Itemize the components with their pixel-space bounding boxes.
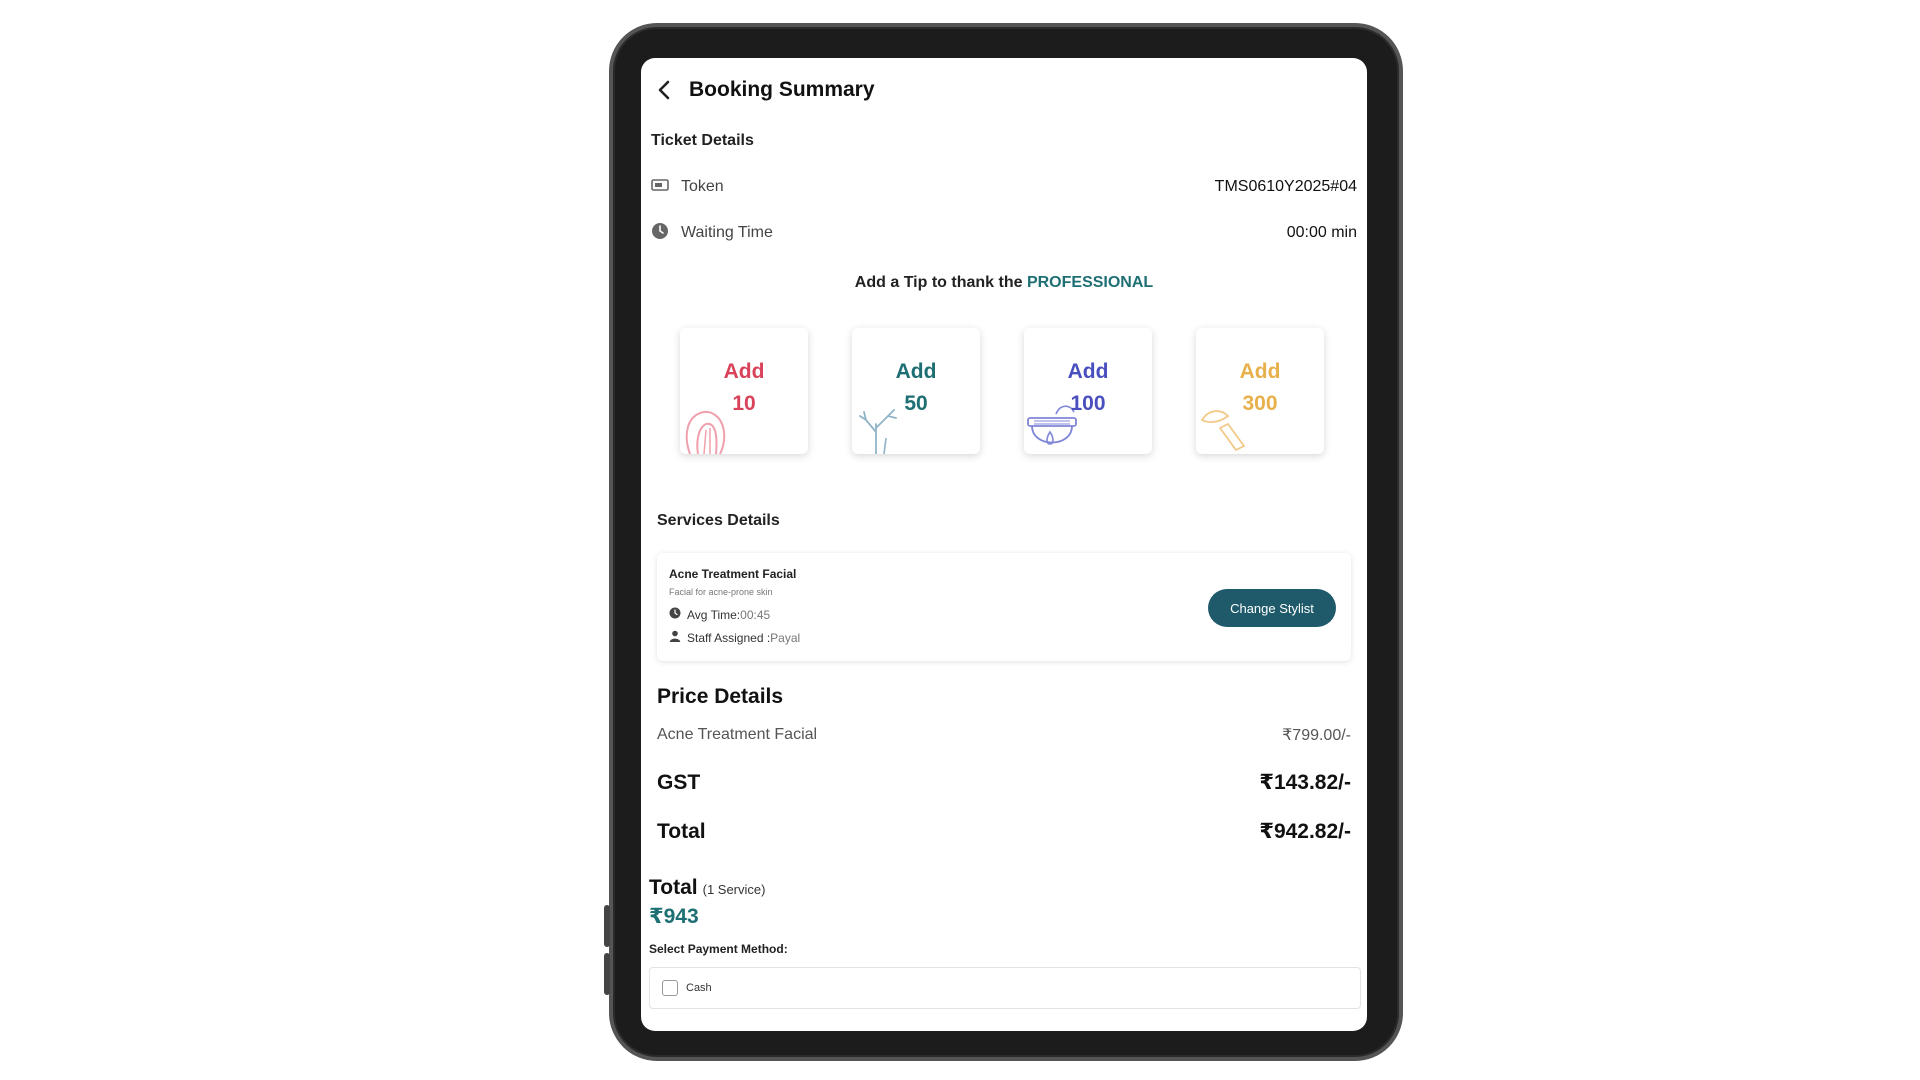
waiting-time-label: Waiting Time bbox=[681, 224, 773, 241]
tip-option-add: Add bbox=[1239, 360, 1281, 383]
tip-heading: Add a Tip to thank the PROFESSIONAL bbox=[641, 274, 1367, 292]
ticket-details-title: Ticket Details bbox=[651, 132, 754, 149]
tip-option-10[interactable]: Add 10 bbox=[680, 328, 808, 454]
token-value: TMS0610Y2025#04 bbox=[1214, 178, 1357, 195]
waiting-time-row: Waiting Time 00:00 min bbox=[651, 221, 1357, 245]
header: Booking Summary bbox=[653, 70, 875, 110]
tablet-side-button bbox=[604, 905, 610, 947]
services-details-title: Services Details bbox=[657, 512, 780, 529]
clock-icon bbox=[669, 607, 681, 622]
change-stylist-button[interactable]: Change Stylist bbox=[1208, 589, 1336, 627]
payment-method-label: Select Payment Method: bbox=[649, 942, 788, 956]
avg-time-value: 00:45 bbox=[740, 607, 771, 622]
payment-option-cash[interactable]: Cash bbox=[649, 967, 1361, 1009]
tip-option-amount: 10 bbox=[732, 392, 756, 415]
price-item-row: Acne Treatment Facial ₹799.00/- bbox=[657, 725, 1351, 745]
token-row: Token TMS0610Y2025#04 bbox=[651, 175, 1357, 199]
price-details-title: Price Details bbox=[657, 685, 784, 708]
price-item-label: Acne Treatment Facial bbox=[657, 726, 818, 743]
tip-option-add: Add bbox=[1067, 360, 1109, 383]
avg-time-label: Avg Time: bbox=[687, 607, 741, 622]
user-icon bbox=[669, 630, 681, 645]
summary-service-count: (1 Service) bbox=[702, 882, 766, 897]
service-name: Acne Treatment Facial bbox=[669, 567, 797, 581]
price-total-value: ₹942.82/- bbox=[1259, 820, 1351, 843]
tablet-side-button bbox=[604, 953, 610, 995]
tip-option-amount: 50 bbox=[904, 392, 928, 415]
tip-option-100[interactable]: Add 100 bbox=[1024, 328, 1152, 454]
back-arrow-icon[interactable] bbox=[653, 79, 675, 101]
summary-total-amount: ₹943 bbox=[649, 905, 699, 928]
ticket-icon bbox=[651, 178, 669, 197]
tip-heading-accent: PROFESSIONAL bbox=[1026, 274, 1154, 291]
waiting-time-value: 00:00 min bbox=[1286, 224, 1357, 241]
tip-option-50[interactable]: Add 50 bbox=[852, 328, 980, 454]
staff-value: Payal bbox=[770, 630, 801, 645]
tip-option-add: Add bbox=[895, 360, 937, 383]
summary-total-label: Total bbox=[649, 876, 698, 899]
price-item-value: ₹799.00/- bbox=[1282, 727, 1351, 744]
staff-label: Staff Assigned : bbox=[687, 630, 771, 645]
summary-total-line: Total (1 Service) bbox=[649, 876, 765, 900]
service-card: Acne Treatment Facial Facial for acne-pr… bbox=[657, 553, 1351, 661]
tip-option-add: Add bbox=[723, 360, 765, 383]
tip-option-amount: 100 bbox=[1070, 392, 1106, 415]
gst-row: GST ₹143.82/- bbox=[657, 770, 1351, 795]
clock-icon bbox=[651, 222, 669, 245]
app-screen: Booking Summary Ticket Details Token TMS… bbox=[641, 58, 1367, 1031]
tip-option-300[interactable]: Add 300 bbox=[1196, 328, 1324, 454]
cash-checkbox[interactable] bbox=[662, 980, 678, 996]
gst-label: GST bbox=[657, 770, 701, 794]
service-avg-time: Avg Time:00:45 bbox=[669, 607, 770, 622]
price-total-row: Total ₹942.82/- bbox=[657, 819, 1351, 844]
token-label: Token bbox=[681, 178, 724, 195]
service-staff: Staff Assigned :Payal bbox=[669, 630, 800, 645]
page-title: Booking Summary bbox=[689, 78, 875, 101]
tip-heading-text: Add a Tip to thank the bbox=[854, 274, 1023, 291]
service-description: Facial for acne-prone skin bbox=[669, 587, 773, 597]
price-total-label: Total bbox=[657, 819, 706, 843]
tip-option-amount: 300 bbox=[1242, 392, 1278, 415]
gst-value: ₹143.82/- bbox=[1259, 771, 1351, 794]
cash-option-label: Cash bbox=[686, 982, 712, 994]
